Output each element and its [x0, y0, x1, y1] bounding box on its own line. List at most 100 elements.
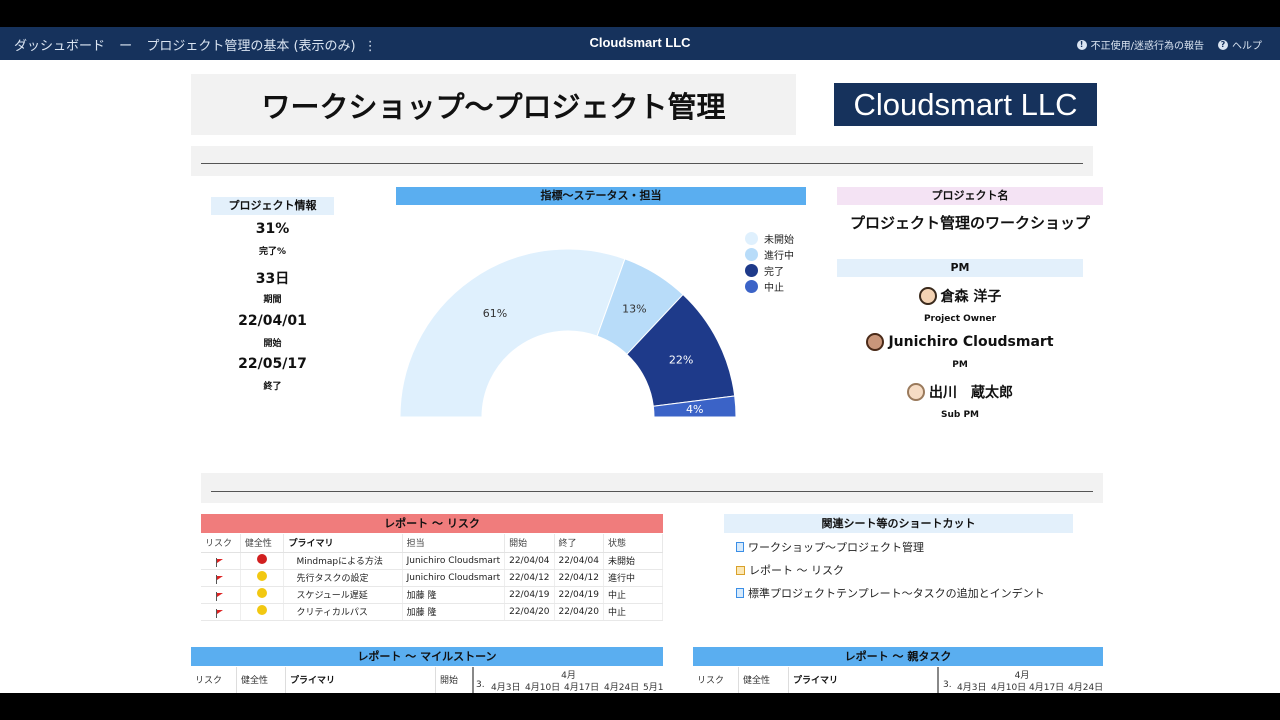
- duration-value: 33日: [255, 271, 290, 287]
- col-header-primary[interactable]: プライマリ: [283, 534, 403, 553]
- table-row[interactable]: 先行タスクの設定 Junichiro Cloudsmart 22/04/12 22/0…: [201, 569, 664, 587]
- status-chart-heading: 指標〜ステータス・担当: [396, 187, 806, 205]
- breadcrumb-home-link[interactable]: ダッシュボード: [14, 39, 105, 54]
- health-cell: [240, 586, 285, 604]
- report-icon: [736, 565, 745, 575]
- col-header-start[interactable]: 開始: [504, 534, 555, 553]
- timeline-week: 3.: [943, 680, 952, 690]
- status-cell[interactable]: 未開始: [603, 552, 664, 570]
- risk-flag-cell[interactable]: [201, 586, 241, 604]
- col-header-status[interactable]: 状態: [603, 534, 664, 553]
- milestone-report-heading: レポート 〜 マイルストーン: [191, 647, 663, 666]
- help-link[interactable]: ? ヘルプ: [1218, 37, 1262, 52]
- owner-cell[interactable]: Junichiro Cloudsmart: [402, 569, 506, 587]
- start-cell[interactable]: 22/04/20: [504, 603, 555, 621]
- health-indicator-icon: [257, 554, 268, 564]
- end-cell[interactable]: 22/04/20: [554, 603, 604, 621]
- table-row[interactable]: スケジュール遅延 加藤 隆 22/04/19 22/04/19 中止: [201, 586, 664, 604]
- col-header-end[interactable]: 終了: [554, 534, 604, 553]
- health-indicator-icon: [257, 605, 268, 615]
- project-name-heading: プロジェクト名: [837, 187, 1103, 205]
- report-abuse-link[interactable]: ! 不正使用/迷惑行為の報告: [1076, 37, 1204, 52]
- risk-flag-cell[interactable]: [201, 569, 241, 587]
- owner-cell[interactable]: Junichiro Cloudsmart: [402, 552, 506, 570]
- end-cell[interactable]: 22/04/04: [554, 552, 604, 570]
- primary-cell[interactable]: 先行タスクの設定: [283, 569, 403, 587]
- end-cell[interactable]: 22/04/12: [554, 569, 604, 587]
- shortcuts-heading: 関連シート等のショートカット: [724, 514, 1073, 533]
- risk-report-table: リスク 健全性 プライマリ 担当 開始 終了 状態 Mindmapによる方法 Ju…: [201, 534, 664, 621]
- owner-cell[interactable]: 加藤 隆: [402, 586, 506, 604]
- legend-item: 完了: [745, 262, 794, 278]
- flag-icon: [216, 591, 224, 601]
- dashboard-title: ワークショップ〜プロジェクト管理: [191, 74, 796, 135]
- start-cell[interactable]: 22/04/12: [504, 569, 555, 587]
- status-half-donut-chart: 61% 13% 22% 4%: [399, 248, 737, 418]
- col-header-primary[interactable]: プライマリ: [789, 667, 939, 693]
- chart-data-label: 13%: [622, 303, 646, 316]
- col-header-health[interactable]: 健全性: [739, 667, 789, 693]
- primary-cell[interactable]: Mindmapによる方法: [283, 552, 403, 570]
- shortcut-link-template[interactable]: 標準プロジェクトテンプレート〜タスクの追加とインデント: [736, 585, 1045, 601]
- col-header-risk[interactable]: リスク: [693, 667, 739, 693]
- primary-cell[interactable]: クリティカルパス: [283, 603, 403, 621]
- status-cell[interactable]: 中止: [603, 603, 664, 621]
- timeline-week: 4月17日: [1029, 683, 1065, 693]
- chart-data-label: 4%: [686, 403, 703, 416]
- col-header-risk[interactable]: リスク: [191, 667, 237, 693]
- avatar: [907, 383, 925, 401]
- risk-flag-cell[interactable]: [201, 603, 241, 621]
- col-header-start[interactable]: 開始: [436, 667, 474, 693]
- shortcut-label: 標準プロジェクトテンプレート〜タスクの追加とインデント: [748, 587, 1045, 600]
- col-header-health[interactable]: 健全性: [237, 667, 286, 693]
- flag-icon: [216, 557, 224, 567]
- col-header-health[interactable]: 健全性: [240, 534, 285, 553]
- help-label: ヘルプ: [1232, 41, 1262, 52]
- project-info-heading: プロジェクト情報: [211, 197, 334, 215]
- duration-label: 期間: [263, 295, 282, 305]
- owner-cell[interactable]: 加藤 隆: [402, 603, 506, 621]
- pm-person-subpm: 出川 蔵太郎 Sub PM: [837, 382, 1083, 420]
- more-menu-icon[interactable]: ⋮: [364, 39, 377, 54]
- legend-label: 完了: [764, 266, 784, 278]
- shortcut-link-workshop[interactable]: ワークショップ〜プロジェクト管理: [736, 539, 924, 555]
- breadcrumb-current: プロジェクト管理の基本 (表示のみ): [146, 39, 356, 54]
- divider-panel-top: [191, 146, 1093, 176]
- col-header-primary[interactable]: プライマリ: [286, 667, 436, 693]
- timeline-week: 4月10日: [991, 683, 1027, 693]
- person-role: Project Owner: [923, 314, 997, 324]
- breadcrumb: ダッシュボード ー プロジェクト管理の基本 (表示のみ) ⋮: [14, 35, 387, 54]
- legend-item: 進行中: [745, 246, 794, 262]
- start-date-label: 開始: [263, 339, 282, 349]
- shortcut-link-risk-report[interactable]: レポート 〜 リスク: [736, 562, 844, 578]
- sheet-icon: [736, 588, 744, 598]
- health-cell: [240, 569, 285, 587]
- col-header-risk[interactable]: リスク: [201, 534, 241, 553]
- primary-cell[interactable]: スケジュール遅延: [283, 586, 403, 604]
- flag-icon: [216, 574, 224, 584]
- complete-percent-label: 完了%: [258, 247, 287, 257]
- health-cell: [240, 603, 285, 621]
- start-cell[interactable]: 22/04/19: [504, 586, 555, 604]
- risk-flag-cell[interactable]: [201, 552, 241, 570]
- start-cell[interactable]: 22/04/04: [504, 552, 555, 570]
- status-cell[interactable]: 進行中: [603, 569, 664, 587]
- table-row[interactable]: Mindmapによる方法 Junichiro Cloudsmart 22/04/04…: [201, 552, 664, 570]
- end-cell[interactable]: 22/04/19: [554, 586, 604, 604]
- timeline-week: 4月17日: [564, 683, 600, 693]
- end-date-label: 終了: [263, 382, 282, 392]
- timeline-week: 4月10日: [525, 683, 561, 693]
- parent-task-report-heading: レポート 〜 親タスク: [693, 647, 1103, 666]
- top-bar: ダッシュボード ー プロジェクト管理の基本 (表示のみ) ⋮ Cloudsmar…: [0, 27, 1280, 60]
- project-name-value: プロジェクト管理のワークショップ: [849, 214, 1090, 232]
- table-row[interactable]: クリティカルパス 加藤 隆 22/04/20 22/04/20 中止: [201, 603, 664, 621]
- status-cell[interactable]: 中止: [603, 586, 664, 604]
- legend-label: 未開始: [764, 234, 794, 246]
- divider-panel-middle: [201, 473, 1103, 503]
- health-cell: [240, 552, 285, 570]
- parent-task-gantt-header: リスク 健全性 プライマリ 4月 3. 4月3日 4月10日 4月17日 4月2…: [693, 667, 1103, 693]
- pm-person-pm: Junichiro Cloudsmart PM: [837, 333, 1083, 370]
- col-header-owner[interactable]: 担当: [402, 534, 506, 553]
- pm-person-owner: 倉森 洋子 Project Owner: [837, 286, 1083, 324]
- chart-segment-1: [399, 248, 626, 418]
